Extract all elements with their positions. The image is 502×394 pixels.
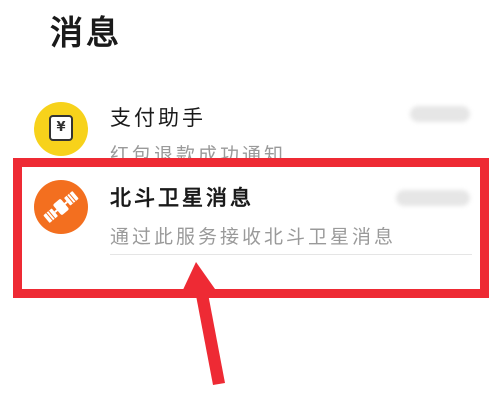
conversation-item-payment-assistant[interactable]: ¥ 支付助手 红包退款成功通知 bbox=[0, 88, 502, 158]
satellite-icon bbox=[43, 191, 79, 223]
beidou-satellite-avatar bbox=[34, 180, 88, 234]
conversation-item-beidou-satellite[interactable]: 北斗卫星消息 通过此服务接收北斗卫星消息 bbox=[0, 168, 502, 248]
payment-assistant-avatar: ¥ bbox=[34, 102, 88, 156]
blurred-timestamp bbox=[410, 106, 470, 122]
list-divider bbox=[110, 254, 472, 255]
conversation-preview: 红包退款成功通知 bbox=[110, 144, 287, 158]
page-title: 消息 bbox=[50, 13, 122, 52]
conversation-title: 北斗卫星消息 bbox=[110, 186, 254, 210]
conversation-title: 支付助手 bbox=[110, 106, 206, 130]
conversation-preview: 通过此服务接收北斗卫星消息 bbox=[110, 226, 397, 248]
blurred-timestamp bbox=[396, 190, 470, 206]
yen-wallet-icon: ¥ bbox=[49, 115, 73, 141]
